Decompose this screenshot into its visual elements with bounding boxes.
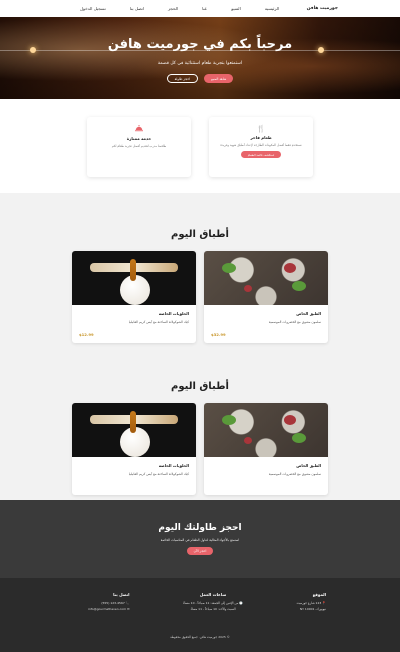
- footer-location: الموقع 📍 123 شارع جورميت نيويورك، NY 100…: [297, 592, 326, 611]
- nav-link-about[interactable]: عنا: [202, 6, 207, 11]
- garnish-decoration: [284, 415, 296, 425]
- dish-title: الحلويات الخاصة: [158, 311, 189, 316]
- hero-content: مرحباً بكم في جورميت هافن استمتعوا بتجرب…: [0, 17, 400, 83]
- nav-link-menu[interactable]: المنيو: [231, 6, 241, 11]
- page: جورميت هافن الرئيسية المنيو عنا الحجز ات…: [0, 0, 400, 652]
- feature-desc: نستخدم فقط أفضل المكونات الطازجة لإعداد …: [220, 143, 302, 147]
- nav-link-home[interactable]: الرئيسية: [265, 6, 279, 11]
- dish-card[interactable]: الطبق الخاص سلمون مشوي مع الخضروات الموس…: [204, 403, 328, 495]
- hero-subtitle: استمتعوا بتجربة طعام استثنائية في كل قضم…: [157, 61, 243, 66]
- dish-image: [204, 251, 328, 305]
- footer-hours-line: السبت والأحد: 10 صباحاً - 11 مساءً: [190, 607, 236, 611]
- mail-icon: ✉: [127, 607, 130, 611]
- dish-card[interactable]: الحلويات الخاصة كيك الشوكولاتة الساخنة م…: [72, 251, 196, 343]
- dish-title: الحلويات الخاصة: [158, 463, 189, 468]
- reserve-now-button[interactable]: احجز الآن: [186, 547, 214, 555]
- footer-hours-weekday: من الإثنين إلى الجمعة: 11 صباحاً - 10 مس…: [183, 601, 239, 605]
- dish-card[interactable]: الحلويات الخاصة كيك الشوكولاتة الساخنة م…: [72, 403, 196, 495]
- dishes-section: أطباق اليوم الطبق الخاص سلمون مشوي مع ال…: [0, 193, 400, 345]
- garnish-decoration: [222, 415, 236, 425]
- garnish-decoration: [292, 433, 306, 443]
- dish-cards: الطبق الخاص سلمون مشوي مع الخضروات الموس…: [0, 403, 400, 495]
- reservation-subtitle: استمتع بالأجواء المثالية لتناول الطعام ف…: [160, 538, 240, 542]
- feature-title: خدمة ممتازة: [126, 136, 152, 141]
- dish-image: [72, 251, 196, 305]
- features-section: 🍴 طعام فاخر نستخدم فقط أفضل المكونات الط…: [0, 99, 400, 193]
- dish-card-body: الحلويات الخاصة كيك الشوكولاتة الساخنة م…: [72, 457, 196, 482]
- feature-title: طعام فاخر: [250, 135, 272, 140]
- footer-location-line: نيويورك، NY 10001: [299, 607, 326, 611]
- dish-card-body: الحلويات الخاصة كيك الشوكولاتة الساخنة م…: [72, 305, 196, 343]
- dish-title: الطبق الخاص: [296, 311, 321, 316]
- copyright: © 2025 جورميت هافن. جميع الحقوق محفوظة: [170, 635, 230, 639]
- footer-phone[interactable]: 📞 123-4567 (555): [88, 601, 130, 605]
- footer-columns: الموقع 📍 123 شارع جورميت نيويورك، NY 100…: [0, 592, 400, 611]
- reservation-section: احجز طاولتك اليوم استمتع بالأجواء المثال…: [0, 500, 400, 578]
- dish-desc: سلمون مشوي مع الخضروات الموسمية: [268, 320, 321, 324]
- footer-contact: اتصل بنا 📞 123-4567 (555) ✉ info@gourmet…: [88, 592, 130, 611]
- dish-price: $32.99: [211, 332, 226, 337]
- footer-hours: ساعات العمل 🕒 من الإثنين إلى الجمعة: 11 …: [183, 592, 243, 611]
- nav-link-login[interactable]: تسجيل الدخول: [80, 6, 106, 11]
- feature-card-service: خدمة ممتازة طاقمنا مدرب لتقديم أفضل تجرب…: [87, 117, 191, 177]
- hero-buttons: شاهد المنيو احجز طاولة: [0, 74, 400, 83]
- nav-link-contact[interactable]: اتصل بنا: [130, 6, 144, 11]
- dish-price: $12.99: [79, 332, 94, 337]
- footer-email[interactable]: ✉ info@gourmethaven.com: [88, 607, 130, 611]
- dish-card[interactable]: الطبق الخاص سلمون مشوي مع الخضروات الموس…: [204, 251, 328, 343]
- footer-hours-title: ساعات العمل: [199, 592, 227, 597]
- dishes-section: أطباق اليوم الطبق الخاص سلمون مشوي مع ال…: [0, 345, 400, 500]
- feature-desc: طاقمنا مدرب لتقديم أفضل تجربة طعام لكم: [111, 144, 167, 148]
- nav-link-reservation[interactable]: الحجز: [168, 6, 178, 11]
- phone-icon: 📞: [125, 601, 130, 605]
- dish-desc: كيك الشوكولاتة الساخنة مع آيس كريم الفان…: [128, 472, 189, 476]
- footer-email-address: info@gourmethaven.com: [88, 607, 127, 611]
- garnish-decoration: [244, 285, 252, 292]
- cloche-svg: [135, 125, 143, 132]
- dish-desc: كيك الشوكولاتة الساخنة مع آيس كريم الفان…: [128, 320, 189, 324]
- view-menu-button[interactable]: شاهد المنيو: [204, 74, 234, 83]
- section-title: أطباق اليوم: [171, 381, 229, 392]
- brand-logo[interactable]: جورميت هافن: [307, 6, 338, 11]
- hero-section: مرحباً بكم في جورميت هافن استمتعوا بتجرب…: [0, 17, 400, 99]
- hero-title: مرحباً بكم في جورميت هافن: [107, 37, 293, 52]
- garnish-decoration: [292, 281, 306, 291]
- footer-phone-number: 123-4567 (555): [101, 601, 125, 605]
- book-table-button[interactable]: احجز طاولة: [166, 74, 199, 83]
- nav-links: الرئيسية المنيو عنا الحجز اتصل بنا تسجيل…: [80, 6, 279, 11]
- dish-image: [204, 403, 328, 457]
- location-pin-icon: 📍: [322, 601, 326, 605]
- reservation-title: احجز طاولتك اليوم: [158, 523, 242, 533]
- footer-address: 123 شارع جورميت: [296, 601, 322, 605]
- dish-card-body: الطبق الخاص سلمون مشوي مع الخضروات الموس…: [204, 457, 328, 482]
- footer: الموقع 📍 123 شارع جورميت نيويورك، NY 100…: [0, 578, 400, 652]
- garnish-decoration: [284, 263, 296, 273]
- explore-menu-button[interactable]: استكشف قائمة الطعام: [240, 151, 282, 158]
- footer-contact-title: اتصل بنا: [113, 592, 130, 597]
- section-title: أطباق اليوم: [171, 229, 229, 240]
- dish-desc: سلمون مشوي مع الخضروات الموسمية: [268, 472, 321, 476]
- dish-title: الطبق الخاص: [296, 463, 321, 468]
- cloche-icon: [87, 125, 191, 134]
- dish-card-body: الطبق الخاص سلمون مشوي مع الخضروات الموس…: [204, 305, 328, 343]
- footer-hours-line: 🕒 من الإثنين إلى الجمعة: 11 صباحاً - 10 …: [183, 601, 243, 605]
- clock-icon: 🕒: [239, 601, 244, 605]
- dish-cards: الطبق الخاص سلمون مشوي مع الخضروات الموس…: [0, 251, 400, 343]
- feature-card-food: 🍴 طعام فاخر نستخدم فقط أفضل المكونات الط…: [209, 117, 313, 177]
- footer-location-line: 📍 123 شارع جورميت: [297, 601, 326, 605]
- dish-image: [72, 403, 196, 457]
- footer-location-title: الموقع: [312, 592, 326, 597]
- utensils-icon: 🍴: [256, 125, 266, 133]
- dessert-caramel-drip: [130, 259, 136, 281]
- garnish-decoration: [222, 263, 236, 273]
- navbar: جورميت هافن الرئيسية المنيو عنا الحجز ات…: [0, 0, 400, 17]
- garnish-decoration: [244, 437, 252, 444]
- dessert-caramel-drip: [130, 411, 136, 433]
